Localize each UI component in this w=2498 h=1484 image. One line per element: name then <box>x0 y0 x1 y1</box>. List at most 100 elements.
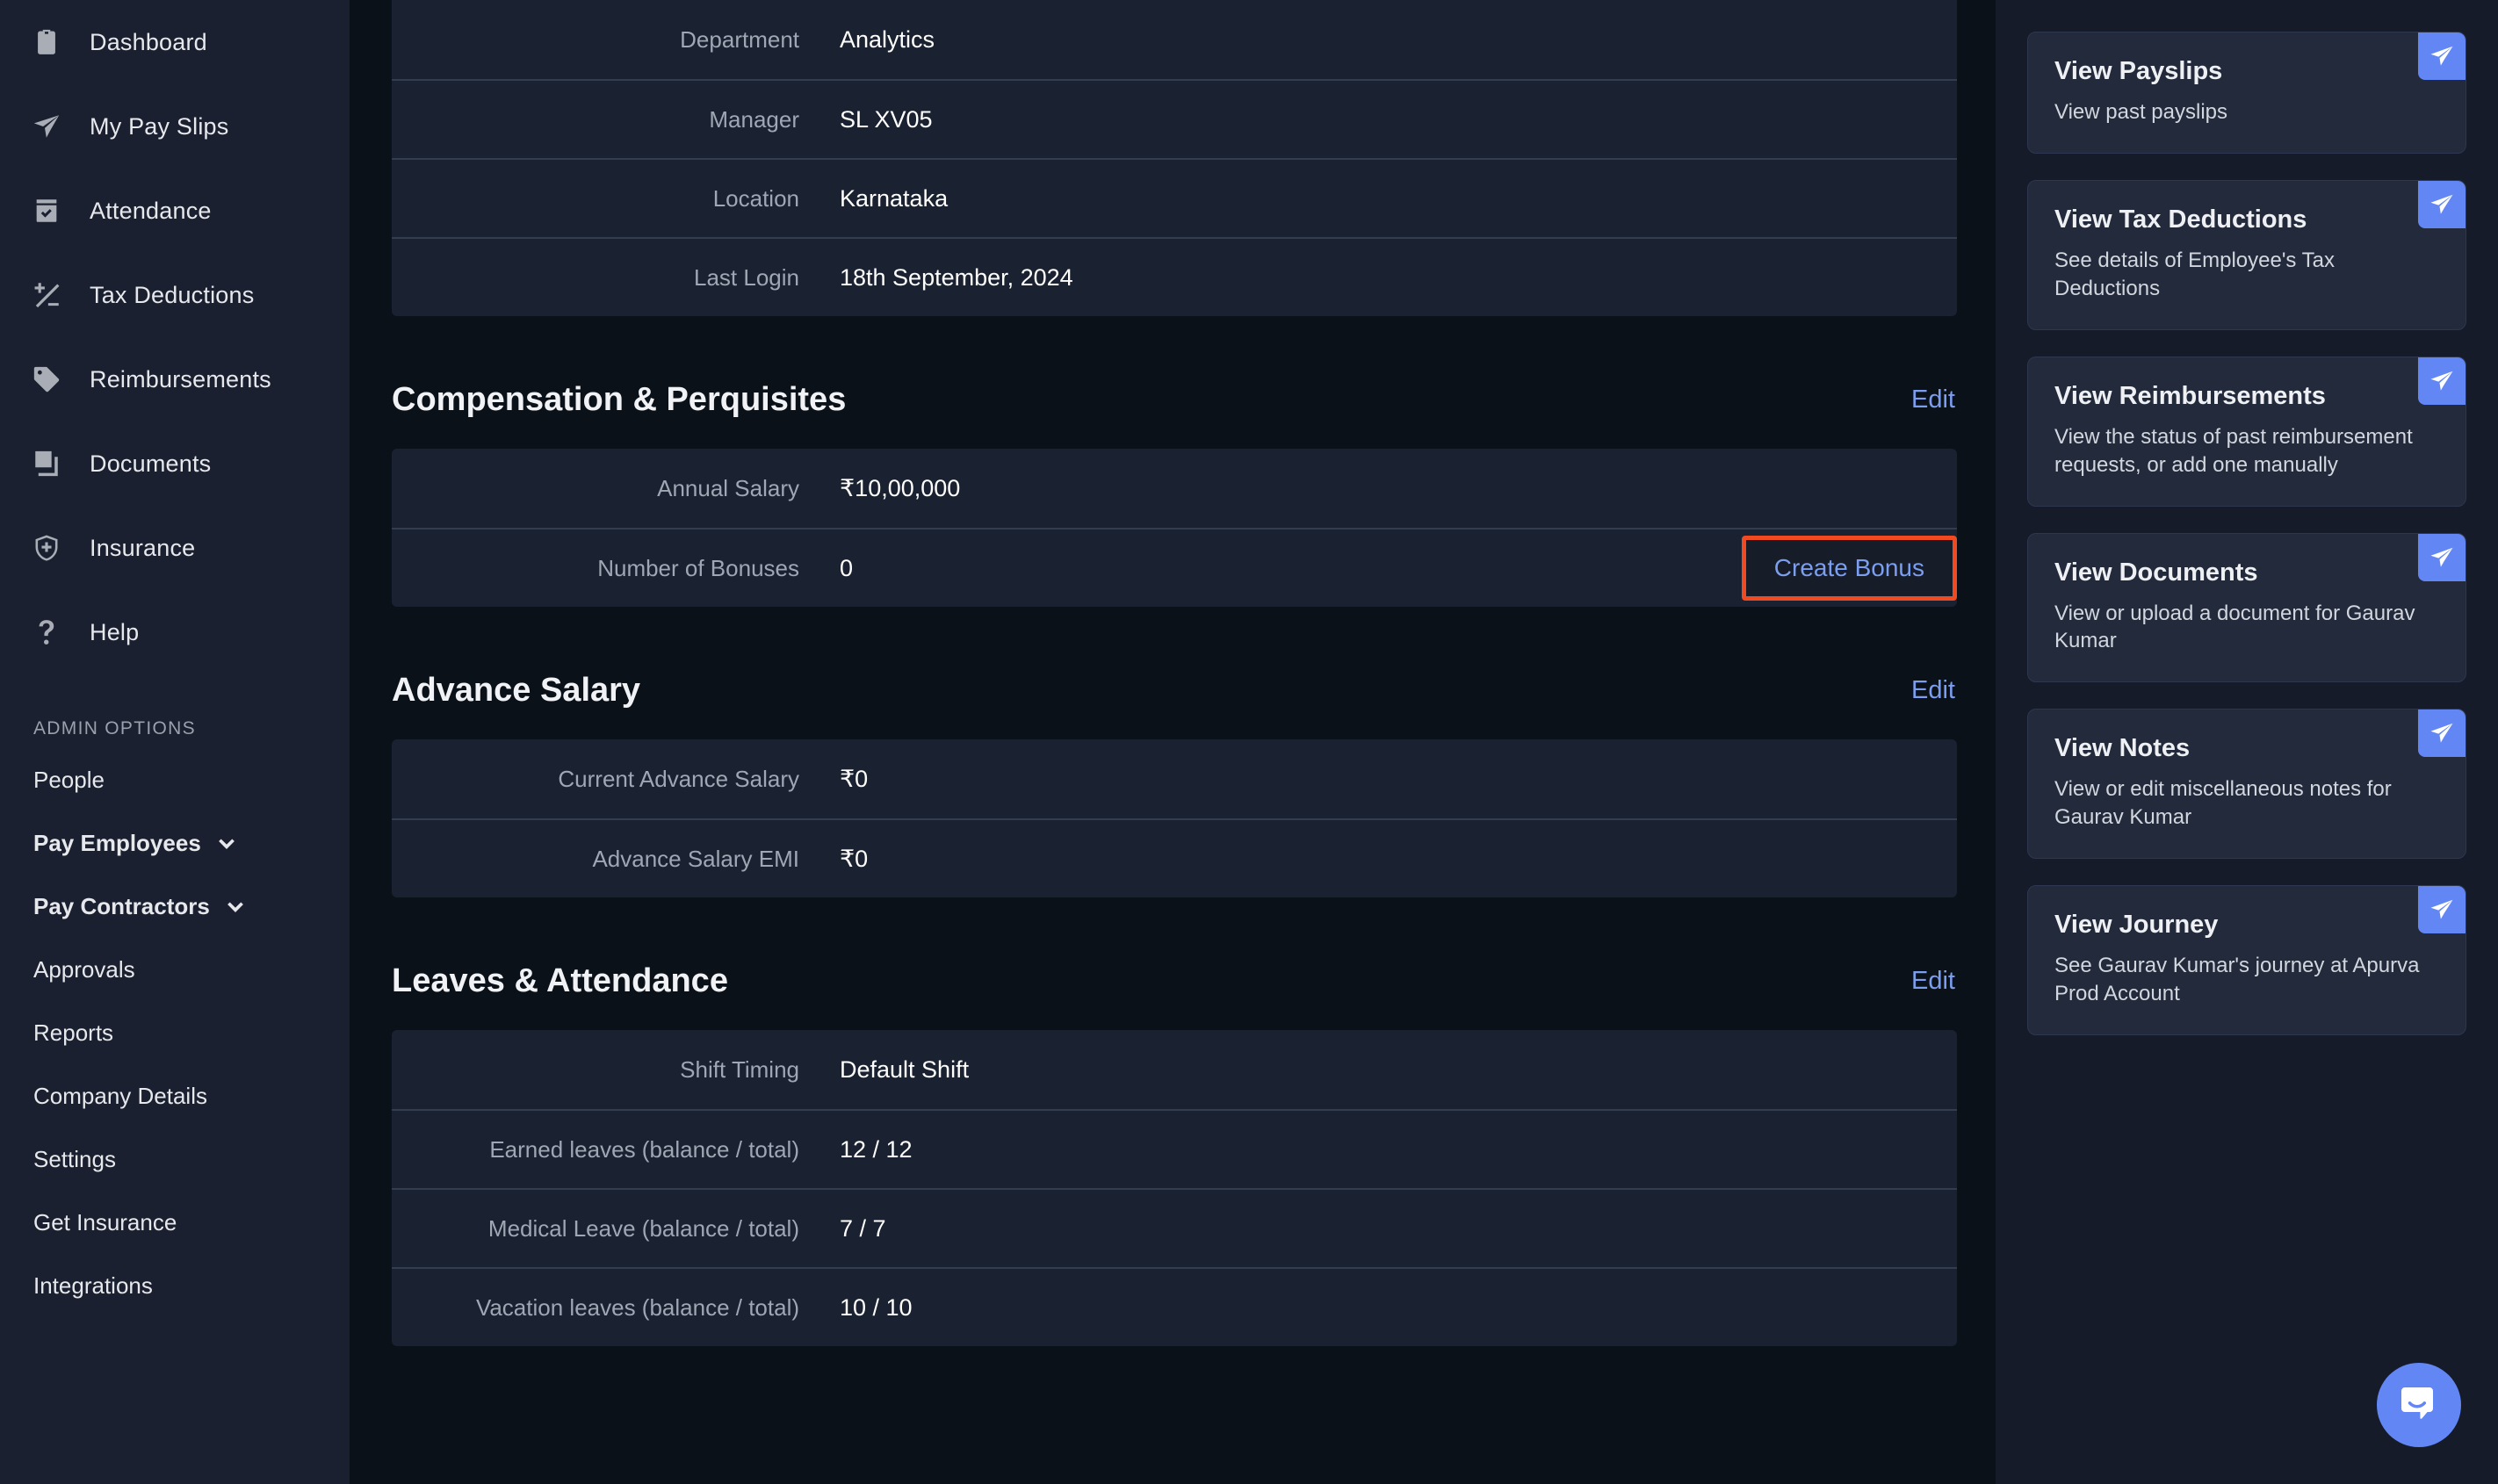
main-content: Department Analytics Manager SL XV05 Locatio… <box>350 0 1996 1484</box>
sidebar-item-dashboard[interactable]: Dashboard <box>0 0 350 84</box>
clipboard-icon <box>30 25 63 59</box>
section-table: Annual Salary ₹10,00,000 Number of Bonuses… <box>392 449 1957 607</box>
edit-link[interactable]: Edit <box>1911 385 1957 414</box>
send-icon[interactable] <box>2418 32 2466 80</box>
section-header: Advance Salary Edit <box>392 672 1957 710</box>
send-icon[interactable] <box>2418 533 2466 581</box>
sidebar-admin-item-settings[interactable]: Settings <box>0 1127 350 1191</box>
row-label: Last Login <box>694 263 799 291</box>
action-card-description: See details of Employee's Tax Deductions <box>2054 248 2335 300</box>
row-label: Number of Bonuses <box>597 554 799 581</box>
section-table: Current Advance Salary ₹0 Advance Salary E… <box>392 739 1957 897</box>
send-icon[interactable] <box>2418 180 2466 228</box>
action-card-title: View Tax Deductions <box>2054 205 2307 234</box>
row-label: Vacation leaves (balance / total) <box>475 1293 799 1321</box>
left-sidebar: Dashboard My Pay Slips Attendance Tax Deduc… <box>0 0 350 1484</box>
row-label: Earned leaves (balance / total) <box>489 1135 799 1163</box>
edit-link[interactable]: Edit <box>1911 967 1957 996</box>
documents-icon <box>30 447 63 480</box>
action-card-description: View or edit miscellaneous notes for Gau… <box>2054 777 2392 830</box>
chevron-down-icon[interactable] <box>224 895 247 918</box>
sidebar-nav-list: Dashboard My Pay Slips Attendance Tax Deduc… <box>0 0 350 674</box>
table-row: Shift Timing Default Shift <box>392 1030 1957 1109</box>
row-value: Karnataka <box>840 184 949 212</box>
action-card-list: View Payslips View past payslips View Tax … <box>2027 32 2466 1035</box>
table-row: Medical Leave (balance / total) 7 / 7 <box>392 1188 1957 1267</box>
sidebar-admin-list: People Pay Employees Pay Contractors Approv… <box>0 748 350 1317</box>
section-header: Compensation & Perquisites Edit <box>392 381 1957 419</box>
sidebar-admin-item-label: Pay Contractors <box>33 892 210 919</box>
table-row: Vacation leaves (balance / total) 10 / 10 <box>392 1267 1957 1346</box>
paper-plane-icon <box>30 110 63 143</box>
chat-launcher-button[interactable] <box>2377 1363 2461 1447</box>
row-value: ₹10,00,000 <box>840 474 961 501</box>
row-label: Manager <box>709 105 799 133</box>
section-title: Leaves & Attendance <box>392 962 728 999</box>
create-bonus-button[interactable]: Create Bonus <box>1741 536 1957 601</box>
action-card-view-reimbursements[interactable]: View Reimbursements View the status of pa… <box>2027 356 2466 507</box>
action-card-view-tax-deductions[interactable]: View Tax Deductions See details of Employ… <box>2027 179 2466 330</box>
sidebar-admin-item-get-insurance[interactable]: Get Insurance <box>0 1191 350 1254</box>
row-label: Current Advance Salary <box>558 765 799 792</box>
sidebar-item-tax-deductions[interactable]: Tax Deductions <box>0 253 350 337</box>
sidebar-admin-item-label: Integrations <box>33 1271 153 1299</box>
action-card-description: View the status of past reimbursement re… <box>2054 424 2413 477</box>
sidebar-item-label: Reimbursements <box>90 365 271 393</box>
sidebar-item-label: My Pay Slips <box>90 112 229 140</box>
sidebar-admin-item-approvals[interactable]: Approvals <box>0 938 350 1001</box>
table-row: Last Login 18th September, 2024 <box>392 237 1957 316</box>
row-value: SL XV05 <box>840 105 933 133</box>
row-value: 18th September, 2024 <box>840 263 1073 291</box>
app-root: Dashboard My Pay Slips Attendance Tax Deduc… <box>0 0 2498 1484</box>
send-icon[interactable] <box>2418 710 2466 758</box>
row-label: Medical Leave (balance / total) <box>487 1214 799 1242</box>
sidebar-item-help[interactable]: Help <box>0 590 350 674</box>
sidebar-item-label: Tax Deductions <box>90 281 255 308</box>
row-value: ₹0 <box>840 765 869 792</box>
sidebar-admin-item-pay-contractors[interactable]: Pay Contractors <box>0 875 350 938</box>
action-card-description: See Gaurav Kumar's journey at Apurva Pro… <box>2054 954 2420 1006</box>
row-value: 10 / 10 <box>840 1293 913 1321</box>
row-value: Default Shift <box>840 1055 970 1083</box>
right-action-panel: View Payslips View past payslips View Tax … <box>1996 0 2498 1484</box>
sidebar-item-label: Documents <box>90 450 212 477</box>
section-table: Shift Timing Default Shift Earned leaves (… <box>392 1030 1957 1346</box>
sidebar-admin-item-pay-employees[interactable]: Pay Employees <box>0 811 350 875</box>
sidebar-item-insurance[interactable]: Insurance <box>0 506 350 590</box>
action-card-title: View Notes <box>2054 734 2191 763</box>
action-card-title: View Documents <box>2054 558 2258 587</box>
action-card-view-payslips[interactable]: View Payslips View past payslips <box>2027 32 2466 154</box>
sidebar-item-my-pay-slips[interactable]: My Pay Slips <box>0 84 350 169</box>
admin-options-heading: ADMIN OPTIONS <box>33 718 196 738</box>
sidebar-item-reimbursements[interactable]: Reimbursements <box>0 337 350 421</box>
action-card-view-documents[interactable]: View Documents View or upload a document … <box>2027 532 2466 683</box>
sidebar-item-label: Help <box>90 618 140 645</box>
table-row: Manager SL XV05 <box>392 79 1957 158</box>
tag-icon <box>30 363 63 396</box>
sidebar-admin-item-integrations[interactable]: Integrations <box>0 1254 350 1317</box>
action-card-title: View Journey <box>2054 911 2219 940</box>
section-title: Compensation & Perquisites <box>392 381 847 418</box>
sidebar-item-label: Insurance <box>90 534 196 561</box>
action-card-title: View Payslips <box>2054 57 2223 85</box>
table-row: Annual Salary ₹10,00,000 <box>392 449 1957 528</box>
sidebar-admin-item-label: Reports <box>33 1019 114 1046</box>
sidebar-item-documents[interactable]: Documents <box>0 421 350 506</box>
sidebar-item-attendance[interactable]: Attendance <box>0 169 350 253</box>
sidebar-admin-item-reports[interactable]: Reports <box>0 1001 350 1064</box>
sidebar-admin-item-company-details[interactable]: Company Details <box>0 1064 350 1127</box>
row-label: Department <box>680 25 799 53</box>
chevron-down-icon[interactable] <box>215 832 238 854</box>
table-row: Earned leaves (balance / total) 12 / 12 <box>392 1109 1957 1188</box>
plus-minus-icon <box>30 278 63 312</box>
send-icon[interactable] <box>2418 357 2466 405</box>
edit-link[interactable]: Edit <box>1911 676 1957 705</box>
action-card-view-journey[interactable]: View Journey See Gaurav Kumar's journey a… <box>2027 885 2466 1035</box>
calendar-check-icon <box>30 194 63 227</box>
table-row: Current Advance Salary ₹0 <box>392 739 1957 818</box>
sidebar-admin-item-people[interactable]: People <box>0 748 350 811</box>
action-card-view-notes[interactable]: View Notes View or edit miscellaneous not… <box>2027 709 2466 860</box>
sidebar-admin-item-label: Get Insurance <box>33 1208 177 1235</box>
detail-sections: Compensation & Perquisites Edit Annual Sal… <box>392 381 1957 1346</box>
send-icon[interactable] <box>2418 886 2466 934</box>
